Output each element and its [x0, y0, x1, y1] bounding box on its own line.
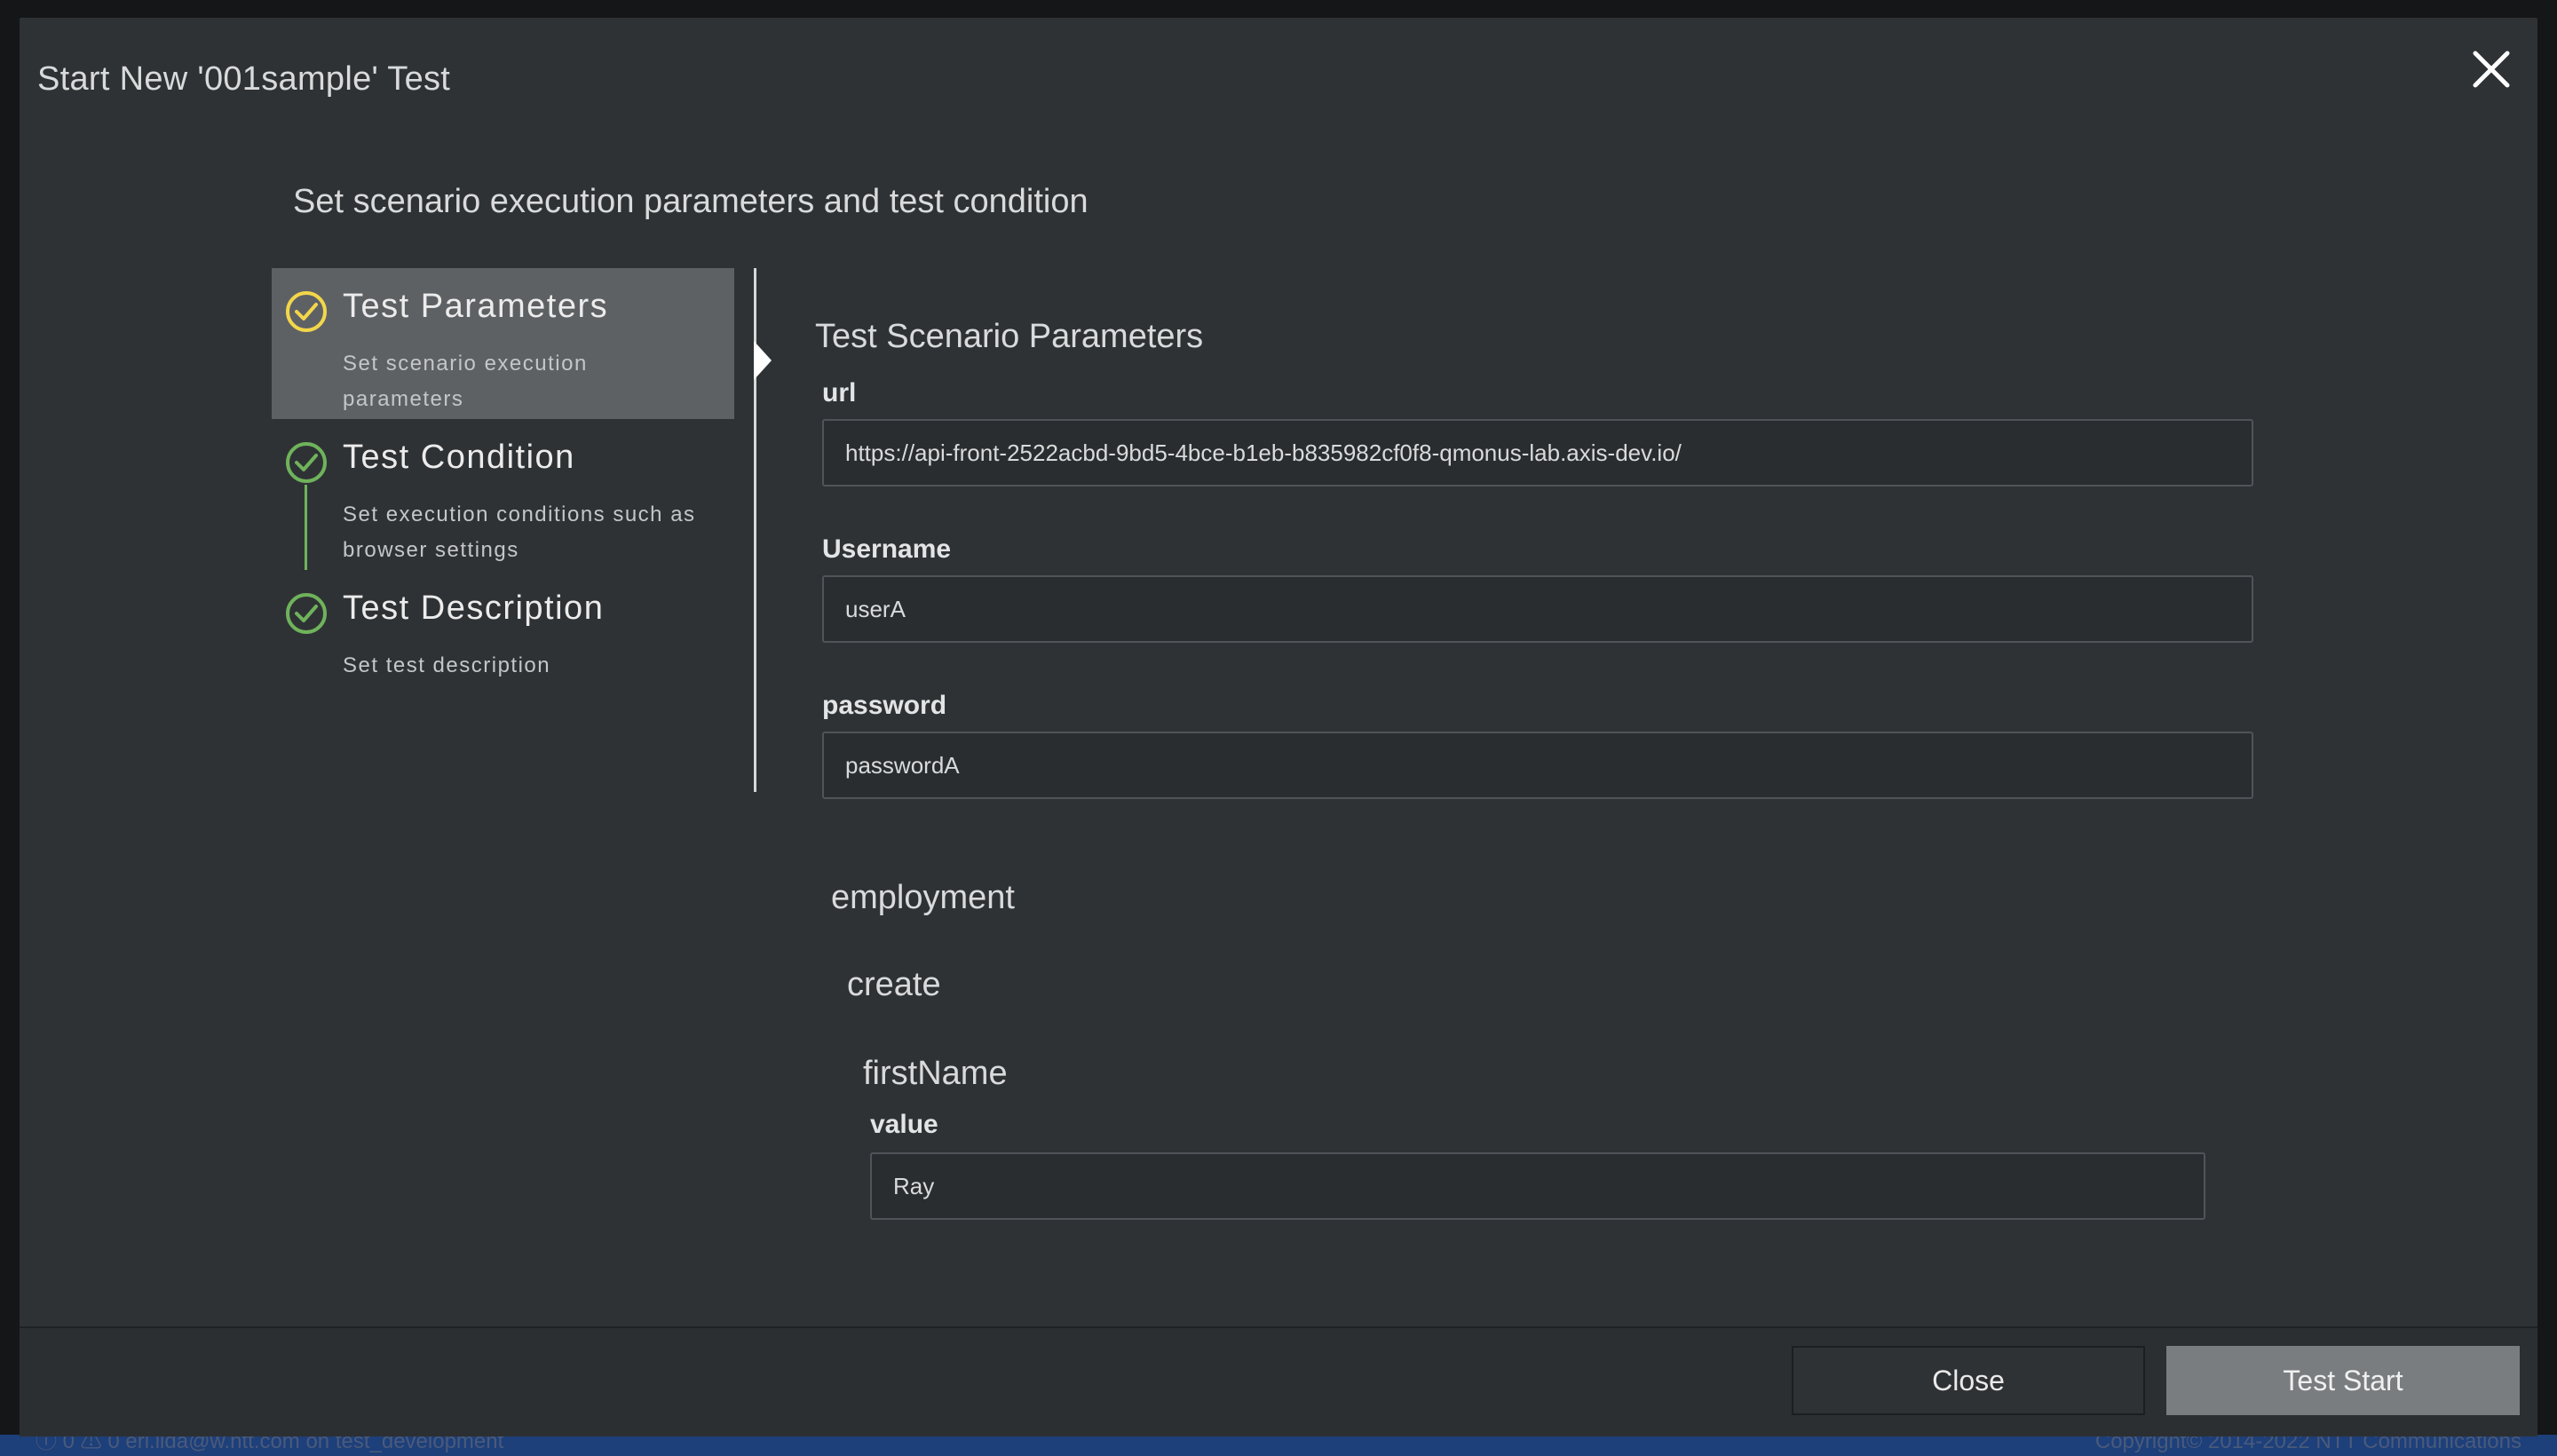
step-test-parameters[interactable]: Test Parameters Set scenario execution p…	[272, 268, 734, 419]
step-title: Test Condition	[343, 439, 575, 476]
step-description: Set execution conditions such as browser…	[343, 502, 696, 562]
username-field[interactable]	[822, 575, 2253, 643]
step-description: Set test description	[343, 653, 551, 677]
username-label: Username	[822, 534, 952, 564]
firstname-value-field[interactable]	[870, 1152, 2205, 1220]
step-title: Test Description	[343, 590, 605, 627]
start-test-modal: Start New '001sample' Test Set scenario …	[20, 18, 2537, 1436]
step-title: Test Parameters	[343, 288, 609, 325]
modal-footer: Close Test Start	[20, 1326, 2537, 1436]
test-start-button[interactable]: Test Start	[2166, 1346, 2520, 1415]
check-circle-icon	[286, 442, 327, 483]
modal-title: Start New '001sample' Test	[37, 60, 451, 98]
value-label: value	[870, 1110, 938, 1139]
check-circle-icon	[286, 291, 327, 332]
create-section-title: create	[847, 966, 941, 1003]
firstname-section-title: firstName	[863, 1055, 1008, 1092]
step-navigator: Test Parameters Set scenario execution p…	[272, 268, 756, 792]
check-circle-icon	[286, 593, 327, 634]
step-test-condition[interactable]: Test Condition Set execution conditions …	[272, 419, 734, 570]
close-button[interactable]: Close	[1792, 1346, 2145, 1415]
modal-subtitle: Set scenario execution parameters and te…	[293, 183, 1089, 220]
password-field[interactable]	[822, 732, 2253, 799]
url-field[interactable]	[822, 419, 2253, 487]
section-title: Test Scenario Parameters	[815, 318, 1204, 355]
step-test-description[interactable]: Test Description Set test description	[272, 570, 734, 721]
password-label: password	[822, 691, 947, 720]
employment-section-title: employment	[831, 879, 1015, 916]
step-description: Set scenario execution parameters	[343, 352, 588, 411]
url-label: url	[822, 378, 857, 408]
close-icon[interactable]	[2463, 41, 2520, 98]
active-step-pointer-icon	[754, 341, 772, 380]
